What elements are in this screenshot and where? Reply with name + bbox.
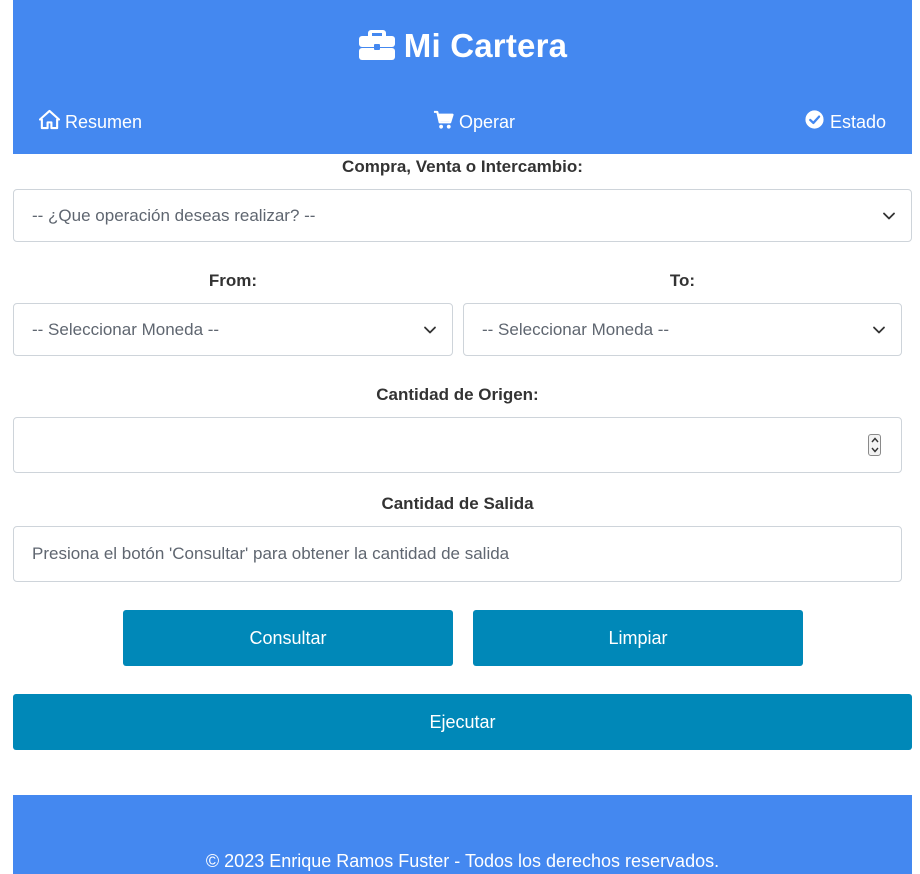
to-currency-select[interactable]: -- Seleccionar Moneda -- [463, 303, 902, 356]
amount-in-label: Cantidad de Origen: [376, 385, 539, 404]
amount-out-field[interactable]: Presiona el botón 'Consultar' para obten… [13, 526, 902, 582]
header-bar: Mi Cartera Resumen Operar Estado [13, 0, 912, 154]
amount-in-field[interactable] [13, 417, 902, 473]
from-currency-select[interactable]: -- Seleccionar Moneda -- [13, 303, 453, 356]
nav-item-label: Operar [459, 111, 516, 132]
main-nav: Resumen Operar Estado [13, 108, 912, 136]
operation-select[interactable]: -- ¿Que operación deseas realizar? -- [13, 189, 912, 242]
chevron-down-icon[interactable] [870, 447, 879, 453]
amount-out-placeholder: Presiona el botón 'Consultar' para obten… [32, 544, 510, 563]
nav-item-estado[interactable]: Estado [804, 108, 886, 136]
brand: Mi Cartera [13, 24, 912, 68]
nav-item-label: Estado [829, 111, 886, 132]
nav-item-label: Resumen [65, 111, 143, 132]
amount-out-label: Cantidad de Salida [381, 494, 534, 513]
to-select-value: -- Seleccionar Moneda -- [482, 319, 670, 339]
chevron-down-icon [883, 212, 895, 220]
execute-button[interactable]: Ejecutar [13, 694, 912, 750]
app-title: Mi Cartera [403, 27, 568, 64]
footer-copyright: © 2023 Enrique Ramos Fuster - Todos los … [205, 851, 720, 871]
chevron-down-icon [873, 326, 885, 334]
chevron-up-icon[interactable] [870, 437, 879, 443]
footer-bar: © 2023 Enrique Ramos Fuster - Todos los … [13, 795, 912, 874]
check-circle-icon [804, 109, 825, 135]
clear-button[interactable]: Limpiar [473, 610, 803, 666]
consult-button[interactable]: Consultar [123, 610, 453, 666]
to-label: To: [669, 271, 696, 290]
briefcase-icon [358, 27, 396, 66]
operation-label: Compra, Venta o Intercambio: [342, 157, 583, 176]
number-stepper[interactable] [868, 434, 881, 456]
from-label: From: [208, 271, 258, 290]
operation-select-value: -- ¿Que operación deseas realizar? -- [32, 205, 316, 225]
nav-item-operar[interactable]: Operar [433, 108, 515, 136]
chevron-down-icon [424, 326, 436, 334]
shopping-cart-icon [433, 109, 454, 135]
home-icon [38, 109, 61, 135]
from-select-value: -- Seleccionar Moneda -- [32, 319, 220, 339]
nav-item-resumen[interactable]: Resumen [38, 108, 143, 136]
